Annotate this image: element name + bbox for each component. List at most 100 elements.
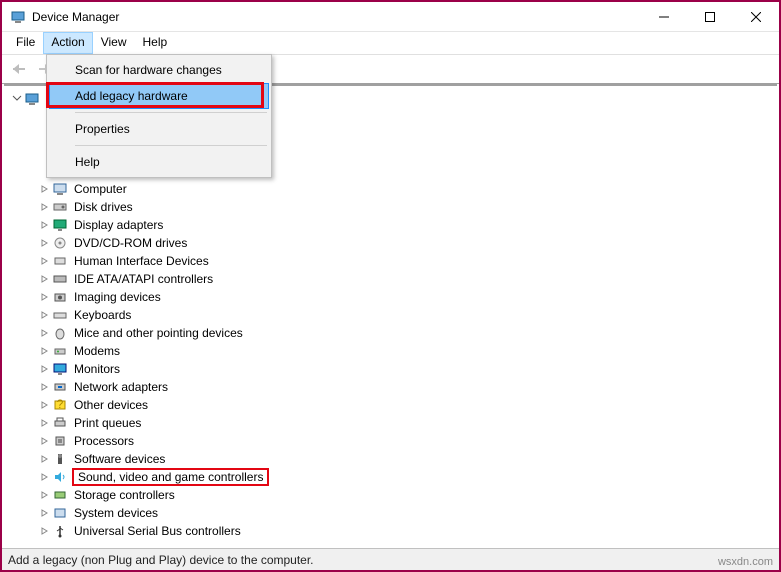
menu-separator xyxy=(75,145,267,146)
tree-node-print-queues[interactable]: Print queues xyxy=(6,414,775,432)
expand-arrow[interactable] xyxy=(38,398,52,412)
expand-arrow[interactable] xyxy=(38,254,52,268)
tree-node-computer[interactable]: Computer xyxy=(6,180,775,198)
software-icon xyxy=(52,451,68,467)
tree-label: DVD/CD-ROM drives xyxy=(72,236,189,250)
computer-icon xyxy=(52,181,68,197)
tree-label: Print queues xyxy=(72,416,143,430)
tree-label: IDE ATA/ATAPI controllers xyxy=(72,272,215,286)
toolbar-back[interactable] xyxy=(8,58,30,80)
expand-arrow[interactable] xyxy=(38,290,52,304)
tree-label: Sound, video and game controllers xyxy=(72,468,269,486)
tree-label: Software devices xyxy=(72,452,167,466)
tree-node-other[interactable]: ? Other devices xyxy=(6,396,775,414)
tree-node-display-adapters[interactable]: Display adapters xyxy=(6,216,775,234)
tree-label: Computer xyxy=(72,182,129,196)
tree-label: System devices xyxy=(72,506,160,520)
statusbar: Add a legacy (non Plug and Play) device … xyxy=(2,548,779,570)
svg-text:?: ? xyxy=(57,398,64,411)
expand-arrow[interactable] xyxy=(38,506,52,520)
sound-icon xyxy=(52,469,68,485)
computer-icon xyxy=(24,91,40,107)
storage-icon xyxy=(52,487,68,503)
tree-node-imaging[interactable]: Imaging devices xyxy=(6,288,775,306)
expand-arrow[interactable] xyxy=(38,380,52,394)
tree-label: Network adapters xyxy=(72,380,170,394)
expand-arrow[interactable] xyxy=(38,218,52,232)
tree-label: Human Interface Devices xyxy=(72,254,211,268)
titlebar: Device Manager xyxy=(2,2,779,32)
close-button[interactable] xyxy=(733,2,779,32)
dvd-icon xyxy=(52,235,68,251)
tree-label: Processors xyxy=(72,434,136,448)
tree-node-ide-atapi[interactable]: IDE ATA/ATAPI controllers xyxy=(6,270,775,288)
tree-node-processors[interactable]: Processors xyxy=(6,432,775,450)
tree-label: Modems xyxy=(72,344,122,358)
expand-arrow[interactable] xyxy=(38,524,52,538)
tree-node-mice[interactable]: Mice and other pointing devices xyxy=(6,324,775,342)
expand-arrow[interactable] xyxy=(38,362,52,376)
expand-arrow[interactable] xyxy=(38,434,52,448)
tree-label: Imaging devices xyxy=(72,290,163,304)
expand-arrow[interactable] xyxy=(38,416,52,430)
ide-icon xyxy=(52,271,68,287)
tree-node-monitors[interactable]: Monitors xyxy=(6,360,775,378)
tree-label: Mice and other pointing devices xyxy=(72,326,245,340)
tree-node-modems[interactable]: Modems xyxy=(6,342,775,360)
hid-icon xyxy=(52,253,68,269)
menubar: File Action View Help xyxy=(2,32,779,54)
tree-label: Storage controllers xyxy=(72,488,177,502)
display-icon xyxy=(52,217,68,233)
menu-help[interactable]: Help xyxy=(135,32,176,54)
tree-node-usb[interactable]: Universal Serial Bus controllers xyxy=(6,522,775,540)
maximize-button[interactable] xyxy=(687,2,733,32)
tree-node-sound-video-game[interactable]: Sound, video and game controllers xyxy=(6,468,775,486)
mouse-icon xyxy=(52,325,68,341)
camera-icon xyxy=(52,289,68,305)
expand-arrow[interactable] xyxy=(10,92,24,106)
menu-properties[interactable]: Properties xyxy=(49,116,269,142)
menu-scan-hardware[interactable]: Scan for hardware changes xyxy=(49,57,269,83)
tree-label: Other devices xyxy=(72,398,150,412)
keyboard-icon xyxy=(52,307,68,323)
statusbar-text: Add a legacy (non Plug and Play) device … xyxy=(8,553,314,567)
menu-file[interactable]: File xyxy=(8,32,43,54)
expand-arrow[interactable] xyxy=(38,272,52,286)
watermark: wsxdn.com xyxy=(718,556,773,568)
expand-arrow[interactable] xyxy=(38,470,52,484)
menu-action[interactable]: Action xyxy=(43,32,92,54)
tree-node-software[interactable]: Software devices xyxy=(6,450,775,468)
disk-icon xyxy=(52,199,68,215)
printer-icon xyxy=(52,415,68,431)
expand-arrow[interactable] xyxy=(38,182,52,196)
tree-node-system[interactable]: System devices xyxy=(6,504,775,522)
expand-arrow[interactable] xyxy=(38,344,52,358)
expand-arrow[interactable] xyxy=(38,326,52,340)
tree-node-hid[interactable]: Human Interface Devices xyxy=(6,252,775,270)
tree-node-storage[interactable]: Storage controllers xyxy=(6,486,775,504)
tree-node-disk-drives[interactable]: Disk drives xyxy=(6,198,775,216)
expand-arrow[interactable] xyxy=(38,236,52,250)
app-icon xyxy=(10,9,26,25)
window-title: Device Manager xyxy=(32,10,641,24)
expand-arrow[interactable] xyxy=(38,200,52,214)
system-icon xyxy=(52,505,68,521)
tree-label: Disk drives xyxy=(72,200,135,214)
tree-node-network[interactable]: Network adapters xyxy=(6,378,775,396)
tree-label: Keyboards xyxy=(72,308,133,322)
other-icon: ? xyxy=(52,397,68,413)
expand-arrow[interactable] xyxy=(38,308,52,322)
menu-help[interactable]: Help xyxy=(49,149,269,175)
tree-node-dvd-cdrom[interactable]: DVD/CD-ROM drives xyxy=(6,234,775,252)
menu-add-legacy-hardware[interactable]: Add legacy hardware xyxy=(49,83,269,109)
menu-view[interactable]: View xyxy=(93,32,135,54)
network-icon xyxy=(52,379,68,395)
menu-separator xyxy=(75,112,267,113)
expand-arrow[interactable] xyxy=(38,452,52,466)
action-menu: Scan for hardware changes Add legacy har… xyxy=(46,54,272,178)
usb-icon xyxy=(52,523,68,539)
tree-label: Monitors xyxy=(72,362,122,376)
expand-arrow[interactable] xyxy=(38,488,52,502)
tree-node-keyboards[interactable]: Keyboards xyxy=(6,306,775,324)
minimize-button[interactable] xyxy=(641,2,687,32)
